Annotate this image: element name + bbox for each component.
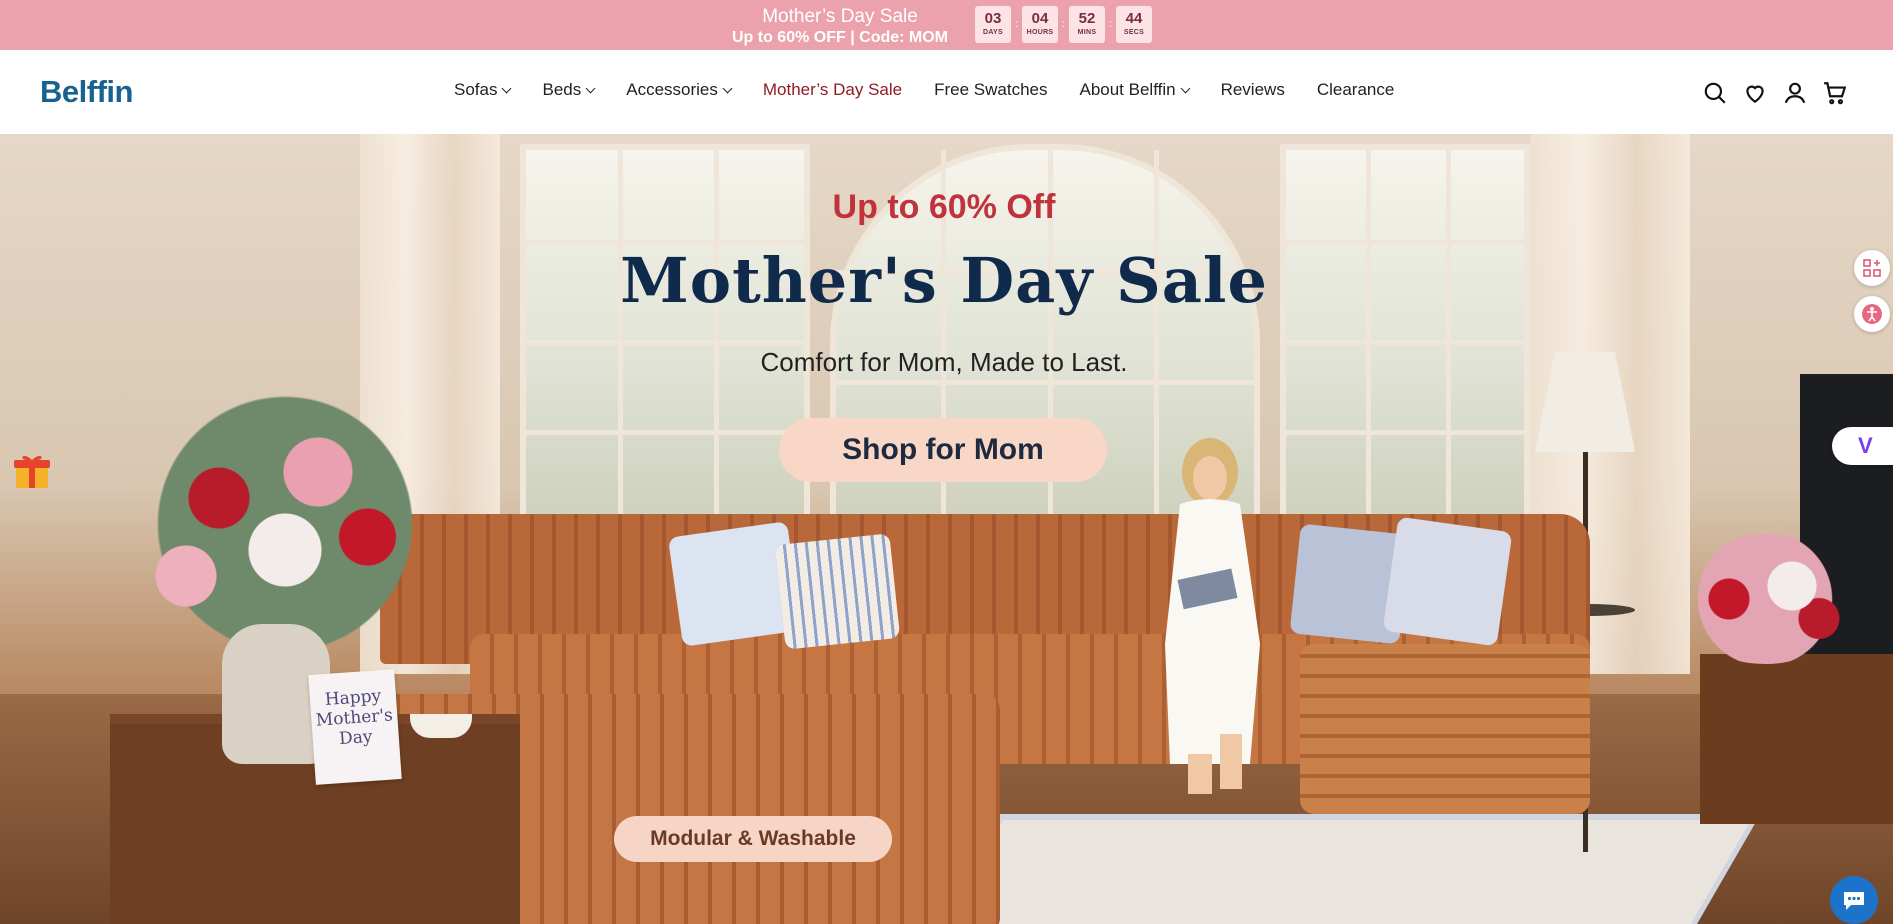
countdown-hours: 04 HOURS bbox=[1022, 6, 1058, 43]
nav-item-accessories[interactable]: Accessories bbox=[626, 80, 733, 100]
hero-subtitle: Comfort for Mom, Made to Last. bbox=[760, 347, 1128, 377]
site-header: Belffin Sofas Beds Accessories Mother’s … bbox=[0, 50, 1893, 134]
nav-label: Clearance bbox=[1316, 80, 1395, 99]
sofa-ottoman bbox=[1300, 644, 1590, 814]
countdown-separator: : bbox=[1062, 19, 1065, 30]
woman-reading bbox=[1165, 438, 1260, 794]
accessibility-icon bbox=[1862, 304, 1882, 324]
apps-icon bbox=[1863, 259, 1881, 277]
hero-title: Mother's Day Sale bbox=[620, 244, 1268, 317]
nav-item-reviews[interactable]: Reviews bbox=[1221, 80, 1285, 100]
tv-console bbox=[1700, 654, 1893, 824]
pillow-damask bbox=[1382, 516, 1513, 647]
nav-item-free-swatches[interactable]: Free Swatches bbox=[934, 80, 1047, 100]
nav-label: Sofas bbox=[454, 80, 498, 99]
header-actions bbox=[1702, 80, 1862, 106]
nav-item-about[interactable]: About Belffin bbox=[1079, 80, 1191, 100]
chevron-down-icon bbox=[502, 83, 512, 93]
area-rug bbox=[919, 814, 1761, 924]
nav-label: Reviews bbox=[1220, 80, 1285, 99]
countdown-days: 03 DAYS bbox=[975, 6, 1011, 43]
countdown-value: 52 bbox=[1078, 10, 1096, 27]
v-widget-tab[interactable]: V bbox=[1832, 427, 1893, 465]
wishlist-heart-icon[interactable] bbox=[1742, 80, 1768, 106]
apps-button[interactable] bbox=[1854, 250, 1890, 286]
cart-icon[interactable] bbox=[1822, 80, 1848, 106]
announcement-title: Mother’s Day Sale bbox=[762, 6, 918, 27]
nav-label: Accessories bbox=[626, 80, 718, 99]
chevron-down-icon bbox=[1180, 83, 1191, 93]
countdown-label: DAYS bbox=[982, 29, 1003, 36]
pillow-striped bbox=[774, 533, 901, 650]
nav-item-mothers-day-sale[interactable]: Mother’s Day Sale bbox=[763, 80, 902, 100]
shop-for-mom-button[interactable]: Shop for Mom bbox=[779, 418, 1107, 482]
chat-button[interactable] bbox=[1830, 876, 1878, 924]
nav-label: Free Swatches bbox=[934, 80, 1048, 99]
countdown-separator: : bbox=[1109, 19, 1112, 30]
nav-label: Beds bbox=[542, 80, 582, 99]
announcement-text: Mother’s Day Sale Up to 60% OFF | Code: … bbox=[700, 6, 980, 48]
nav-item-sofas[interactable]: Sofas bbox=[454, 80, 512, 100]
countdown-mins: 52 MINS bbox=[1069, 6, 1105, 43]
nav-item-beds[interactable]: Beds bbox=[542, 80, 596, 100]
feature-badge: Modular & Washable bbox=[614, 816, 892, 862]
announcement-bar: Mother’s Day Sale Up to 60% OFF | Code: … bbox=[0, 0, 1893, 50]
account-icon[interactable] bbox=[1782, 80, 1808, 106]
chevron-down-icon bbox=[722, 83, 733, 93]
accessibility-button[interactable] bbox=[1854, 296, 1890, 332]
countdown-timer: 03 DAYS : 04 HOURS : 52 MINS : 44 SECS bbox=[975, 6, 1152, 43]
countdown-label: MINS bbox=[1077, 29, 1097, 36]
mothers-day-card: Happy Mother's Day bbox=[308, 669, 402, 785]
countdown-value: 04 bbox=[1031, 10, 1049, 27]
hero-eyebrow: Up to 60% Off bbox=[832, 188, 1056, 226]
announcement-code: Up to 60% OFF | Code: MOM bbox=[731, 29, 949, 46]
flowers-left bbox=[120, 394, 450, 654]
chat-icon bbox=[1844, 892, 1864, 910]
countdown-secs: 44 SECS bbox=[1116, 6, 1152, 43]
countdown-separator: : bbox=[1015, 19, 1018, 30]
hero-banner[interactable]: Happy Mother's Day Up to 60% Off Mother'… bbox=[0, 134, 1893, 924]
main-nav: Sofas Beds Accessories Mother’s Day Sale… bbox=[454, 80, 1426, 100]
flowers-right bbox=[1675, 534, 1855, 664]
nav-label: Mother’s Day Sale bbox=[762, 80, 903, 99]
teacup bbox=[410, 714, 472, 738]
search-icon[interactable] bbox=[1702, 80, 1728, 106]
countdown-label: SECS bbox=[1123, 29, 1145, 36]
chevron-down-icon bbox=[585, 83, 596, 93]
countdown-label: HOURS bbox=[1026, 29, 1054, 36]
gift-icon[interactable] bbox=[12, 450, 52, 490]
countdown-value: 03 bbox=[984, 10, 1002, 27]
nav-label: About Belffin bbox=[1079, 80, 1176, 99]
site-logo[interactable]: Belffin bbox=[40, 74, 133, 110]
countdown-value: 44 bbox=[1125, 10, 1143, 27]
nav-item-clearance[interactable]: Clearance bbox=[1317, 80, 1395, 100]
